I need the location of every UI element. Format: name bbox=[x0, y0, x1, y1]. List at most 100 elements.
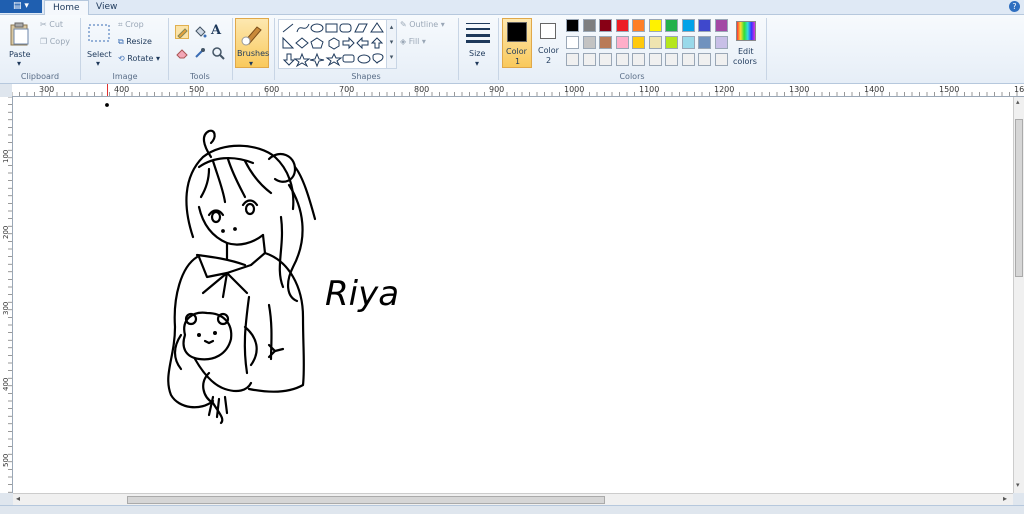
color-swatch[interactable] bbox=[665, 19, 678, 32]
crop-button[interactable]: ⌗ Crop bbox=[118, 20, 144, 30]
rotate-icon: ⟲ bbox=[118, 54, 128, 63]
chevron-down-icon: ▾ bbox=[96, 59, 101, 68]
scroll-down-arrow-icon[interactable]: ▾ bbox=[1016, 481, 1020, 489]
color-swatch[interactable] bbox=[681, 36, 695, 49]
vertical-ruler-ticks: 100 200 300 400 500 bbox=[2, 97, 12, 493]
colors-group-label: Colors bbox=[619, 72, 645, 81]
help-icon[interactable]: ? bbox=[1009, 1, 1020, 12]
magnifier-tool[interactable] bbox=[211, 46, 225, 60]
separator bbox=[232, 18, 233, 80]
shapes-scroll[interactable]: ▴ ▾ ▾ bbox=[386, 19, 397, 69]
color-palette bbox=[566, 19, 731, 69]
ruler-label: 600 bbox=[264, 85, 279, 94]
select-button[interactable]: Select ▾ bbox=[86, 19, 112, 68]
ruler-label: 800 bbox=[414, 85, 429, 94]
ruler-label: 1000 bbox=[564, 85, 584, 94]
color-swatch[interactable] bbox=[698, 36, 711, 49]
color-swatch[interactable] bbox=[615, 19, 629, 32]
color-swatch[interactable] bbox=[665, 36, 678, 49]
fill-button[interactable]: ◈ Fill ▾ bbox=[400, 37, 426, 46]
select-label: Select bbox=[87, 50, 112, 59]
ruler-label: 1300 bbox=[789, 85, 809, 94]
color2-label: Color bbox=[538, 46, 559, 55]
color-swatch[interactable] bbox=[632, 36, 645, 49]
vertical-scroll-thumb[interactable] bbox=[1015, 119, 1023, 277]
fill-label: Fill bbox=[408, 37, 420, 46]
cut-button[interactable]: ✂ Cut bbox=[40, 20, 63, 29]
copy-button[interactable]: ❐ Copy bbox=[40, 37, 70, 46]
clipboard-icon bbox=[10, 22, 29, 46]
eraser-icon bbox=[176, 49, 188, 59]
color-swatch[interactable] bbox=[615, 53, 629, 66]
horizontal-ruler: 300 400 500 600 700 800 900 1000 1100 1200 1300 140… bbox=[12, 84, 1024, 97]
paint-bucket-icon bbox=[195, 26, 207, 38]
color-swatch[interactable] bbox=[582, 36, 596, 49]
color1-button[interactable]: Color 1 bbox=[502, 18, 532, 68]
color1-label: Color bbox=[506, 47, 527, 56]
color-swatch[interactable] bbox=[632, 19, 645, 32]
edit-colors-button[interactable]: Edit colors bbox=[732, 19, 760, 69]
resize-label: Resize bbox=[126, 37, 152, 46]
cut-label: Cut bbox=[49, 20, 64, 29]
color-swatch[interactable] bbox=[566, 53, 579, 66]
color-swatch[interactable] bbox=[648, 53, 662, 66]
color-swatch[interactable] bbox=[599, 19, 612, 32]
text-tool[interactable]: A bbox=[211, 23, 225, 39]
separator bbox=[168, 18, 169, 80]
color-swatch[interactable] bbox=[582, 19, 596, 32]
crop-label: Crop bbox=[125, 20, 144, 29]
color-swatch[interactable] bbox=[648, 19, 662, 32]
magnifier-icon bbox=[212, 47, 225, 60]
color1-swatch bbox=[507, 22, 527, 42]
signature-text: Riya bbox=[325, 274, 399, 314]
ruler-label: 16 bbox=[1014, 85, 1024, 94]
color-swatch[interactable] bbox=[714, 53, 728, 66]
paste-label: Paste bbox=[9, 50, 31, 59]
chevron-down-icon: ▾ bbox=[153, 54, 161, 63]
paste-button[interactable]: Paste ▾ bbox=[6, 19, 34, 68]
ruler-corner bbox=[0, 84, 12, 96]
ruler-label: 400 bbox=[114, 85, 129, 94]
color-swatch[interactable] bbox=[698, 53, 711, 66]
paint-menu-button[interactable]: ▤ ▾ bbox=[0, 0, 42, 13]
color-swatch[interactable] bbox=[714, 36, 728, 49]
pencil-tool[interactable] bbox=[175, 25, 189, 39]
shapes-grid-icon bbox=[282, 22, 384, 68]
color-swatch[interactable] bbox=[582, 53, 596, 66]
color-swatch[interactable] bbox=[681, 19, 695, 32]
resize-button[interactable]: ⧉ Resize bbox=[118, 37, 152, 47]
horizontal-scroll-thumb[interactable] bbox=[127, 496, 605, 504]
rotate-button[interactable]: ⟲ Rotate ▾ bbox=[118, 54, 160, 63]
outline-label: Outline bbox=[409, 20, 439, 29]
ruler-label: 200 bbox=[2, 226, 10, 239]
image-group-label: Image bbox=[112, 72, 138, 81]
scroll-left-arrow-icon[interactable]: ◂ bbox=[16, 494, 20, 503]
size-button[interactable]: Size ▾ bbox=[464, 19, 492, 68]
color-swatch[interactable] bbox=[681, 53, 695, 66]
tab-view[interactable]: View bbox=[88, 0, 125, 14]
shapes-gallery[interactable] bbox=[278, 19, 388, 69]
outline-button[interactable]: ✎ Outline ▾ bbox=[400, 20, 445, 29]
color-swatch[interactable] bbox=[599, 36, 612, 49]
brushes-button[interactable]: Brushes ▾ bbox=[235, 18, 269, 68]
color-swatch[interactable] bbox=[599, 53, 612, 66]
rainbow-palette-icon bbox=[736, 21, 756, 41]
color-swatch[interactable] bbox=[714, 19, 728, 32]
color-swatch[interactable] bbox=[566, 36, 579, 49]
eraser-tool[interactable] bbox=[175, 46, 189, 60]
color-swatch[interactable] bbox=[665, 53, 678, 66]
color-swatch[interactable] bbox=[566, 19, 579, 32]
color2-button[interactable]: Color 2 bbox=[535, 18, 563, 68]
tab-home[interactable]: Home bbox=[44, 0, 89, 15]
drawing-canvas[interactable]: Riya bbox=[13, 97, 1013, 493]
chevron-down-icon: ▾ bbox=[17, 59, 22, 68]
color-swatch[interactable] bbox=[615, 36, 629, 49]
color-swatch[interactable] bbox=[632, 53, 645, 66]
scroll-right-arrow-icon[interactable]: ▸ bbox=[1003, 494, 1007, 503]
color-swatch[interactable] bbox=[698, 19, 711, 32]
scroll-up-arrow-icon[interactable]: ▴ bbox=[1016, 98, 1020, 106]
vertical-scrollbar[interactable]: ▴ ▾ bbox=[1013, 97, 1024, 493]
fill-tool[interactable] bbox=[193, 25, 207, 39]
color-swatch[interactable] bbox=[648, 36, 662, 49]
color-picker-tool[interactable] bbox=[193, 46, 207, 60]
